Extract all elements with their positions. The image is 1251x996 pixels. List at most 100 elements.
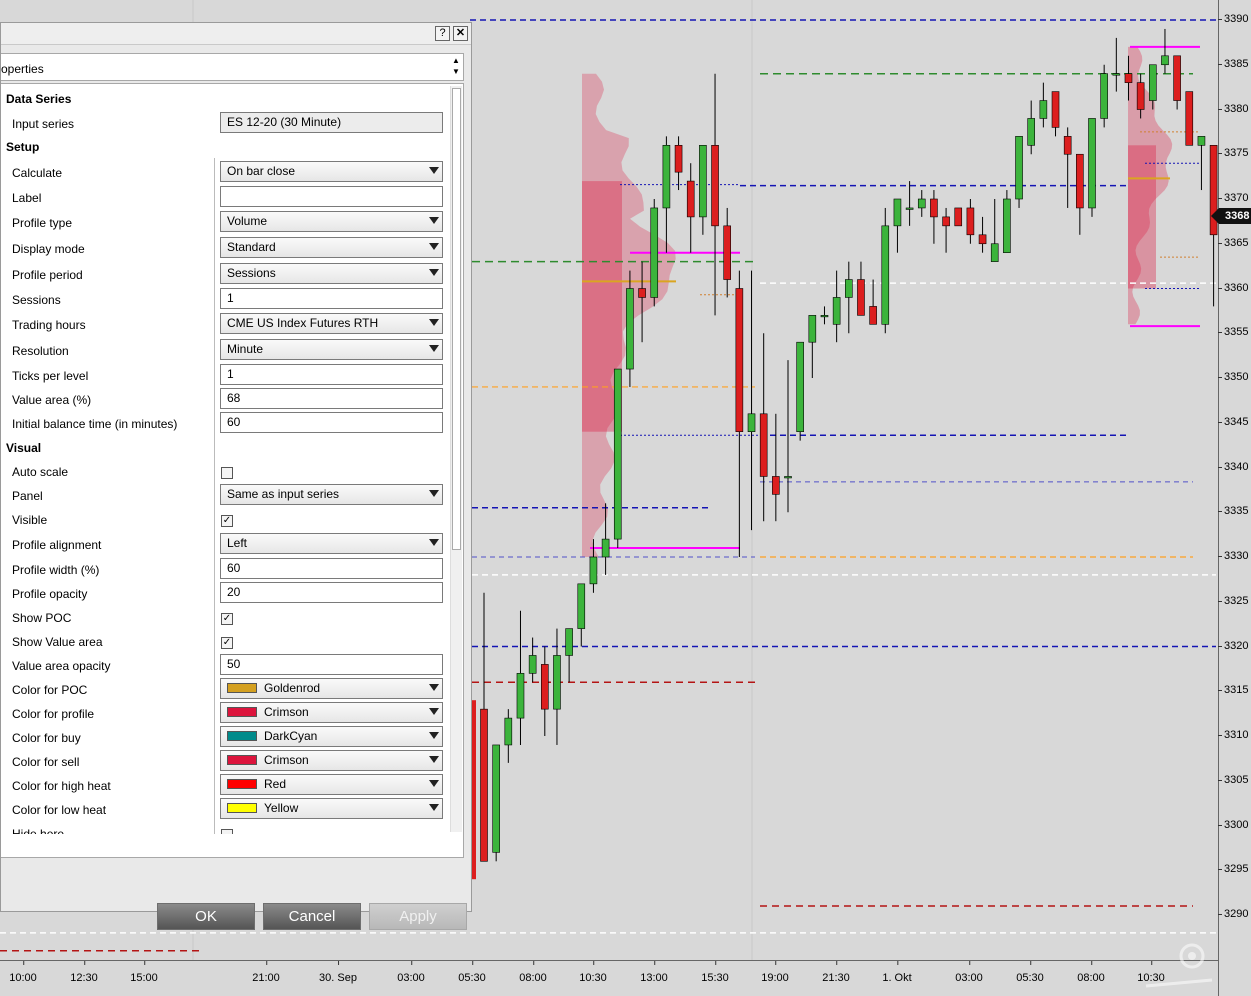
chevron-down-icon[interactable] — [429, 243, 439, 250]
time-tick-label: 03:00 — [955, 961, 983, 984]
dropdown-color-for-sell[interactable]: Crimson — [220, 750, 443, 771]
field-label[interactable] — [220, 186, 443, 207]
dropdown-calculate[interactable]: On bar close — [220, 161, 443, 182]
price-tick-label: 3290 — [1217, 908, 1249, 920]
chevron-down-icon[interactable] — [429, 269, 439, 276]
time-tick-label: 03:00 — [397, 961, 425, 984]
checkbox-visible[interactable]: ✓ — [221, 515, 233, 527]
candle-up — [881, 225, 890, 325]
dialog-titlebar[interactable]: ? ✕ — [1, 23, 471, 45]
category-data-series[interactable]: Data Series — [6, 92, 71, 106]
cancel-button[interactable]: Cancel — [263, 903, 361, 930]
time-tick-label: 15:30 — [701, 961, 729, 984]
candle-up — [662, 145, 671, 209]
price-tick-label: 3365 — [1217, 236, 1249, 249]
dropdown-profile-type[interactable]: Volume — [220, 211, 443, 232]
checkbox-show-value-area[interactable]: ✓ — [221, 637, 233, 649]
candle-up — [1149, 64, 1157, 101]
field-ticks-per-level[interactable]: 1 — [220, 364, 443, 385]
chevron-down-icon[interactable] — [429, 732, 439, 739]
property-label-hide-here: Hide here — [12, 827, 65, 834]
candle-down — [978, 234, 987, 245]
property-label-profile-opacity: Profile opacity — [12, 587, 88, 601]
checkbox-auto-scale[interactable] — [221, 467, 233, 479]
chevron-down-icon[interactable] — [429, 539, 439, 546]
time-axis[interactable]: 10:00 12:30 15:00 21:00 30. Sep 03:00 05:30 08:… — [0, 960, 1218, 996]
time-tick-label: 10:00 — [9, 961, 37, 984]
apply-button[interactable]: Apply — [369, 903, 467, 930]
dropdown-display-mode[interactable]: Standard — [220, 237, 443, 258]
property-label-profile-type: Profile type — [12, 216, 73, 230]
color-swatch — [227, 707, 257, 717]
time-tick-label: 1. Okt — [882, 961, 912, 984]
property-label-resolution: Resolution — [12, 344, 69, 358]
screenshot-watermark-logo — [1145, 943, 1213, 988]
close-icon[interactable]: ✕ — [453, 26, 468, 41]
dropdown-profile-alignment[interactable]: Left — [220, 533, 443, 554]
property-label-color-for-high-heat: Color for high heat — [12, 779, 111, 793]
dropdown-color-for-poc[interactable]: Goldenrod — [220, 678, 443, 699]
dropdown-panel[interactable]: Same as input series — [220, 484, 443, 505]
scrollbar-thumb[interactable] — [452, 88, 461, 550]
chevron-down-icon[interactable] — [429, 319, 439, 326]
price-axis[interactable]: 3368 3390 3385 3380 3375 3370 3365 3360 3355 335… — [1211, 0, 1251, 996]
price-tick-label: 3335 — [1217, 505, 1249, 518]
candle-down — [674, 145, 683, 173]
category-visual[interactable]: Visual — [6, 441, 41, 455]
help-icon[interactable]: ? — [435, 26, 450, 41]
property-label-color-for-profile: Color for profile — [12, 707, 95, 721]
dropdown-color-for-high-heat[interactable]: Red — [220, 774, 443, 795]
chevron-down-icon[interactable] — [429, 345, 439, 352]
dropdown-color-for-profile[interactable]: Crimson — [220, 702, 443, 723]
dropdown-color-for-low-heat[interactable]: Yellow — [220, 798, 443, 819]
chevron-down-icon[interactable] — [429, 490, 439, 497]
chevron-down-icon[interactable] — [429, 167, 439, 174]
property-label-show-value-area: Show Value area — [12, 635, 103, 649]
dropdown-color-for-buy[interactable]: DarkCyan — [220, 726, 443, 747]
candle-up — [589, 556, 598, 585]
dropdown-resolution[interactable]: Minute — [220, 339, 443, 360]
candle-up — [844, 279, 853, 298]
chevron-down-icon[interactable] — [429, 756, 439, 763]
price-tick-label: 3355 — [1217, 326, 1249, 339]
candle-up — [917, 198, 926, 209]
candle-up — [1015, 136, 1023, 200]
candle-down — [735, 288, 744, 432]
color-swatch — [227, 803, 257, 813]
price-tick-label: 3325 — [1217, 594, 1249, 607]
field-initial-balance-time-in-minutes[interactable]: 60 — [220, 412, 443, 433]
time-tick-label: 21:00 — [252, 961, 280, 984]
field-profile-opacity[interactable]: 20 — [220, 582, 443, 603]
candle-up — [504, 717, 513, 746]
property-value-text: Goldenrod — [264, 681, 321, 695]
ok-button[interactable]: OK — [157, 903, 255, 930]
checkbox-hide-here[interactable] — [221, 829, 233, 834]
current-price-marker: 3368 — [1211, 208, 1251, 224]
chevron-down-icon[interactable] — [429, 217, 439, 224]
candle-down — [772, 476, 780, 495]
chevron-down-icon[interactable] — [429, 708, 439, 715]
property-value-text: Crimson — [264, 705, 309, 719]
checkbox-show-poc[interactable]: ✓ — [221, 613, 233, 625]
property-grid: Data Series Setup Visual Input series ES 12-… — [1, 83, 464, 858]
dropdown-trading-hours[interactable]: CME US Index Futures RTH — [220, 313, 443, 334]
field-sessions[interactable]: 1 — [220, 288, 443, 309]
field-value-area-opacity[interactable]: 50 — [220, 654, 443, 675]
chevron-down-icon[interactable] — [429, 684, 439, 691]
properties-tab[interactable]: operties ▲ ▼ — [1, 53, 464, 81]
property-grid-rows: Data Series Setup Visual Input series ES 12-… — [1, 84, 449, 834]
tab-scroll-arrows-icon[interactable]: ▲ ▼ — [450, 55, 462, 79]
category-setup[interactable]: Setup — [6, 140, 39, 154]
field-value-area[interactable]: 68 — [220, 388, 443, 409]
field-profile-width[interactable]: 60 — [220, 558, 443, 579]
chevron-down-icon[interactable] — [429, 804, 439, 811]
candle-up — [1003, 198, 1011, 254]
property-label-initial-balance-time-in-minutes: Initial balance time (in minutes) — [12, 417, 178, 431]
time-tick-label: 30. Sep — [319, 961, 357, 984]
dropdown-profile-period[interactable]: Sessions — [220, 263, 443, 284]
time-tick-label: 08:00 — [1077, 961, 1105, 984]
property-value-text: DarkCyan — [264, 729, 318, 743]
chevron-down-icon[interactable] — [429, 780, 439, 787]
property-grid-scrollbar[interactable] — [450, 86, 462, 832]
property-label-auto-scale: Auto scale — [12, 465, 69, 479]
